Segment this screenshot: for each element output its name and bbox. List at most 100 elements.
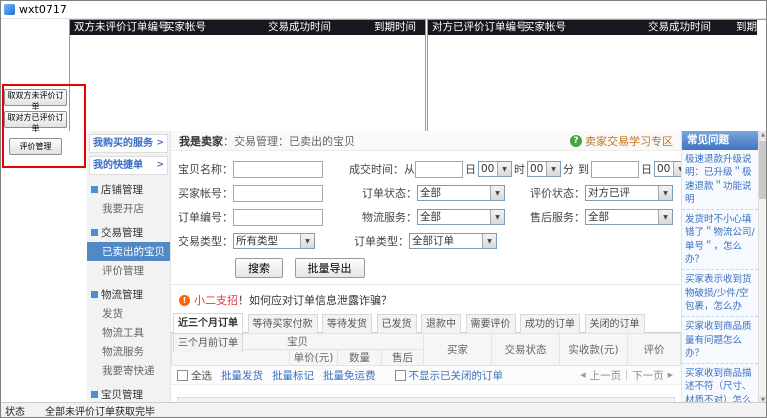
section-logistics-manage: 物流管理	[87, 285, 170, 304]
tip-text: ！如何应对订单信息泄露诈骗？	[238, 294, 392, 307]
chevron-down-icon: ▼	[497, 162, 511, 176]
section-bullet-icon	[91, 186, 98, 193]
chevron-down-icon: ▼	[546, 162, 560, 176]
rate-manage-button[interactable]: 评价管理	[9, 138, 62, 155]
section-bullet-icon	[91, 391, 98, 398]
chevron-down-icon: ▼	[490, 186, 504, 200]
order-tabs: 近三个月订单 等待买家付款 等待发货 已发货 退款中 需要评价 成功的订单 关闭…	[171, 313, 681, 352]
aftersale-label: 售后服务：	[530, 211, 585, 224]
trade-type-select[interactable]: 所有类型 ▼	[233, 233, 315, 249]
window-title: wxt0717	[19, 3, 67, 16]
faq-panel: 常见问题 极速退款升级说明：已升级＂极速退款＂功能说明 发货时不小心填错了＂物流…	[681, 131, 758, 405]
tab-need-rating[interactable]: 需要评价	[465, 314, 516, 333]
scroll-up-arrow-icon[interactable]: ▲	[759, 131, 766, 140]
tab-recent-3-months[interactable]: 近三个月订单	[173, 313, 243, 333]
fetch-unrated-orders-button[interactable]: 取双方未评价订单	[4, 89, 67, 111]
col-rate: 评价	[627, 333, 681, 366]
deal-time-from-input[interactable]	[415, 160, 463, 178]
rate-status-select[interactable]: 对方已评 ▼	[585, 185, 673, 201]
col-qty: 数量	[337, 349, 382, 366]
order-type-select[interactable]: 全部订单 ▼	[409, 233, 497, 249]
quick-order-label: 我的快捷单	[93, 160, 143, 171]
chevron-right-icon: >	[156, 160, 164, 170]
sidebar-item-logistics-tools[interactable]: 物流工具	[87, 323, 170, 342]
fraud-tip[interactable]: ! 小二支招 ！如何应对订单信息泄露诈骗？	[179, 292, 681, 308]
column-header-order-no: 对方已评价订单编号	[432, 21, 527, 33]
tab-shipped[interactable]: 已发货	[376, 314, 417, 333]
logistics-select[interactable]: 全部 ▼	[417, 209, 505, 225]
form-buttons-row: 搜索 批量导出	[235, 258, 681, 278]
buyer-label: 买家帐号：	[178, 187, 233, 200]
select-all-checkbox[interactable]	[177, 369, 188, 381]
aftersale-select[interactable]: 全部 ▼	[585, 209, 673, 225]
from-minute-select[interactable]: 00 ▼	[527, 161, 561, 177]
item-name-input[interactable]	[233, 160, 323, 178]
chevron-down-icon: ▼	[482, 234, 496, 248]
select-all-label[interactable]: 全选	[191, 368, 212, 383]
batch-ship-link[interactable]: 批量发货	[221, 368, 263, 383]
orders-table-header: 宝贝 买家 交易状态 实收款(元) 评价 单价(元) 数量 售后	[171, 333, 681, 366]
seller-sidebar: 我购买的服务 > 我的快捷单 > 店铺管理 我要开店 交易管理 已卖出的宝贝 评…	[87, 131, 171, 405]
fetch-rated-orders-button[interactable]: 取对方已评价订单	[4, 111, 67, 133]
faq-item[interactable]: 买家收到商品质量有问题怎么办？	[682, 317, 758, 365]
faq-item[interactable]: 买家表示收到货物破损/少件/空包裹，怎么办	[682, 270, 758, 318]
section-title: 店铺管理	[101, 184, 143, 196]
sidebar-item-send-express[interactable]: 我要寄快递	[87, 361, 170, 380]
batch-mark-link[interactable]: 批量标记	[272, 368, 314, 383]
breadcrumb-prefix: 我是卖家	[179, 134, 223, 148]
sidebar-item-open-shop[interactable]: 我要开店	[87, 199, 170, 218]
form-row-trade-type: 交易类型： 所有类型 ▼ 订单类型： 全部订单 ▼	[175, 229, 681, 253]
batch-export-button[interactable]: 批量导出	[294, 258, 365, 278]
from-minute-value: 00	[530, 163, 544, 175]
batch-toolbar: 全选 批量发货 批量标记 批量免运费 不显示已关闭的订单 ◀ 上一页 下一页 ▶	[171, 366, 681, 385]
prev-page-button[interactable]: 上一页	[590, 368, 622, 383]
purchased-services-link[interactable]: 我购买的服务 >	[89, 134, 168, 153]
seller-learning-label: 卖家交易学习专区	[585, 134, 673, 148]
section-title: 宝贝管理	[101, 389, 143, 401]
logistics-value: 全部	[420, 211, 441, 223]
tab-successful[interactable]: 成功的订单	[520, 314, 580, 333]
order-status-label: 订单状态：	[362, 187, 417, 200]
faq-item[interactable]: 极速退款升级说明：已升级＂极速退款＂功能说明	[682, 150, 758, 211]
hide-closed-checkbox[interactable]	[394, 369, 406, 381]
deal-time-to-input[interactable]	[591, 160, 639, 178]
breadcrumb-path: ：交易管理：已卖出的宝贝	[223, 134, 355, 148]
pagination: ◀ 上一页 下一页 ▶	[578, 368, 675, 383]
sidebar-item-logistics-service[interactable]: 物流服务	[87, 342, 170, 361]
unrated-orders-table-header: 双方未评价订单编号 买家帐号 交易成功时间 到期时间	[70, 20, 425, 35]
quick-order-link[interactable]: 我的快捷单 >	[89, 156, 168, 175]
tab-before-3-months[interactable]: 三个月前订单	[173, 333, 243, 352]
tab-awaiting-payment[interactable]: 等待买家付款	[247, 314, 318, 333]
hide-closed-toggle[interactable]: 不显示已关闭的订单	[394, 368, 503, 383]
form-row-buyer: 买家帐号： 订单状态： 全部 ▼ 评价状态： 对方已评 ▼	[175, 181, 681, 205]
tab-refunding[interactable]: 退款中	[421, 314, 461, 333]
to-label: 到	[578, 163, 589, 176]
from-hour-select[interactable]: 00 ▼	[478, 161, 512, 177]
order-status-select[interactable]: 全部 ▼	[417, 185, 505, 201]
to-hour-select[interactable]: 00 ▼	[654, 161, 681, 177]
search-button[interactable]: 搜索	[235, 258, 283, 278]
chevron-right-icon: >	[156, 138, 164, 148]
section-shop-manage: 店铺管理	[87, 180, 170, 199]
tab-closed[interactable]: 关闭的订单	[584, 314, 645, 333]
sidebar-item-rate-manage[interactable]: 评价管理	[87, 261, 170, 280]
section-title: 物流管理	[101, 289, 143, 301]
status-label: 状态	[5, 406, 25, 418]
alert-icon: !	[179, 294, 190, 306]
page-scrollbar[interactable]: ▲ ▼	[758, 131, 766, 405]
order-no-input[interactable]	[233, 208, 323, 226]
tab-awaiting-shipment[interactable]: 等待发货	[322, 314, 372, 333]
order-no-label: 订单编号：	[178, 211, 233, 224]
scrollbar-thumb[interactable]	[759, 141, 766, 199]
buyer-account-input[interactable]	[233, 184, 323, 202]
sidebar-item-ship[interactable]: 发货	[87, 304, 170, 323]
sidebar-item-sold-items[interactable]: 已卖出的宝贝	[87, 242, 170, 261]
faq-item[interactable]: 发货时不小心填错了＂物流公司/单号＂，怎么办？	[682, 210, 758, 271]
next-page-button[interactable]: 下一页	[632, 368, 664, 383]
scrollbar-corner	[757, 20, 766, 35]
batch-free-ship-link[interactable]: 批量免运费	[323, 368, 376, 383]
faq-item[interactable]: 买家收到商品描述不符（尺寸、材质不对）怎么办？	[682, 364, 758, 405]
seller-learning-link[interactable]: ? 卖家交易学习专区	[570, 133, 673, 149]
rated-orders-table-header: 对方已评价订单编号 买家帐号 交易成功时间 到期时间	[428, 20, 766, 35]
col-price: 单价(元)	[289, 349, 338, 366]
